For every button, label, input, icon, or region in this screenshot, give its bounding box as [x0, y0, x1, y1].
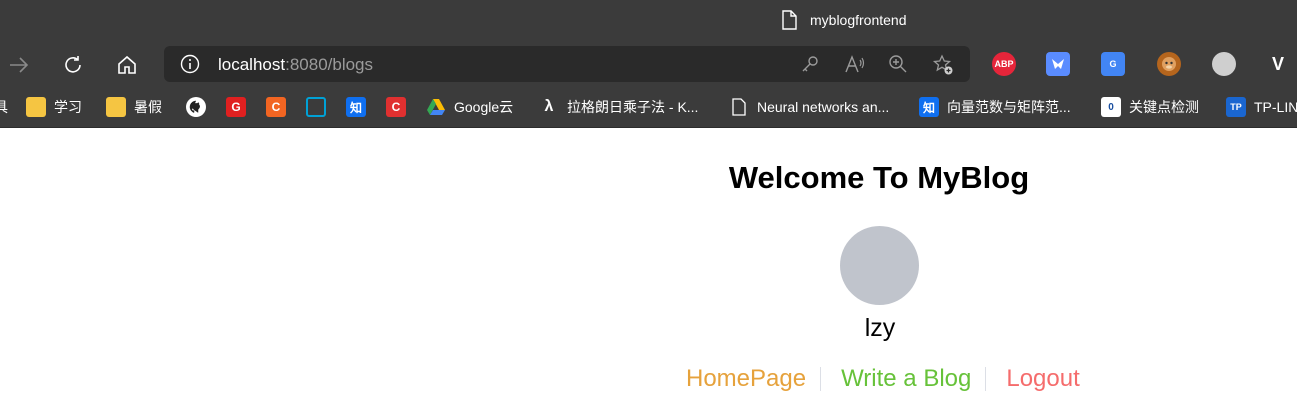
home-icon [118, 55, 136, 74]
c-orange-icon: C [266, 97, 286, 117]
url-path: :8080/blogs [285, 55, 374, 74]
bookmark-g-site[interactable]: G [226, 96, 254, 118]
reload-icon [65, 56, 81, 73]
arrow-right-icon [10, 57, 29, 73]
lambda-icon: λ [544, 98, 554, 115]
window-title: myblogfrontend [810, 12, 907, 28]
tplink-icon: TP [1226, 97, 1246, 117]
shell-extension-icon[interactable] [1212, 52, 1236, 76]
username: lzy [864, 314, 896, 342]
folder-icon [106, 97, 126, 117]
g-red-icon: G [226, 97, 246, 117]
zhihu-icon: 知 [919, 97, 939, 117]
add-favorite-icon[interactable] [932, 54, 954, 76]
bilibili-icon [306, 97, 326, 117]
bookmarks-bar: 具 学习 暑假 G C 知 C Google云 λ 拉格朗日乘子法 - K... [0, 86, 1297, 128]
bookmark-c-orange[interactable]: C [266, 96, 294, 118]
nav-links: HomePage Write a Blog Logout [686, 364, 1080, 394]
nav-divider [985, 367, 987, 391]
homepage-link[interactable]: HomePage [686, 365, 806, 393]
github-icon [186, 97, 206, 117]
read-aloud-icon[interactable] [844, 54, 866, 74]
bookmark-neural-networks[interactable]: Neural networks an... [729, 96, 889, 118]
bookmark-tools[interactable]: 具 [0, 96, 8, 118]
logout-link[interactable]: Logout [1006, 365, 1079, 393]
vue-devtools-icon[interactable]: V [1266, 52, 1290, 76]
bookmark-lagrange[interactable]: λ 拉格朗日乘子法 - K... [539, 96, 699, 118]
window-title-bar: myblogfrontend [0, 0, 1297, 42]
zoom-icon[interactable] [888, 54, 908, 74]
reload-button[interactable] [58, 50, 88, 80]
bird-extension-icon[interactable] [1046, 52, 1070, 76]
keypoint-icon: 0 [1101, 97, 1121, 117]
bookmark-google-cloud[interactable]: Google云 [426, 96, 513, 118]
page-content: Welcome To MyBlog lzy HomePage Write a B… [0, 128, 1297, 406]
zhihu-icon: 知 [346, 97, 366, 117]
bookmark-vector-norm[interactable]: 知 向量范数与矩阵范... [919, 96, 1071, 118]
address-bar[interactable]: localhost:8080/blogs [164, 46, 970, 82]
url-host: localhost [218, 55, 286, 74]
page-title: Welcome To MyBlog [728, 160, 1030, 195]
bookmark-bilibili[interactable] [306, 96, 334, 118]
avatar [840, 226, 919, 305]
forward-button[interactable] [4, 50, 34, 80]
browser-toolbar: localhost:8080/blogs ABP G V [0, 42, 1297, 86]
page-icon [729, 97, 749, 117]
bookmark-github[interactable] [186, 96, 214, 118]
c-red-icon: C [386, 97, 406, 117]
adblock-plus-icon[interactable]: ABP [992, 52, 1016, 76]
bookmark-zhihu[interactable]: 知 [346, 96, 374, 118]
bookmark-folder-study[interactable]: 学习 [26, 96, 82, 118]
home-button[interactable] [112, 50, 142, 80]
key-icon[interactable] [800, 54, 820, 74]
bookmark-folder-vacation[interactable]: 暑假 [106, 96, 162, 118]
monkey-extension-icon[interactable] [1157, 52, 1181, 76]
bookmark-csdn[interactable]: C [386, 96, 414, 118]
bookmark-keypoint[interactable]: 0 关键点检测 [1101, 96, 1199, 118]
info-icon[interactable] [180, 54, 200, 74]
document-icon [782, 10, 797, 30]
write-blog-link[interactable]: Write a Blog [841, 365, 971, 393]
url-text[interactable]: localhost:8080/blogs [218, 55, 373, 75]
google-drive-icon [426, 97, 446, 117]
nav-divider [820, 367, 822, 391]
folder-icon [26, 97, 46, 117]
google-translate-icon[interactable]: G [1101, 52, 1125, 76]
bookmark-tplink[interactable]: TP TP-LIN [1226, 96, 1297, 118]
